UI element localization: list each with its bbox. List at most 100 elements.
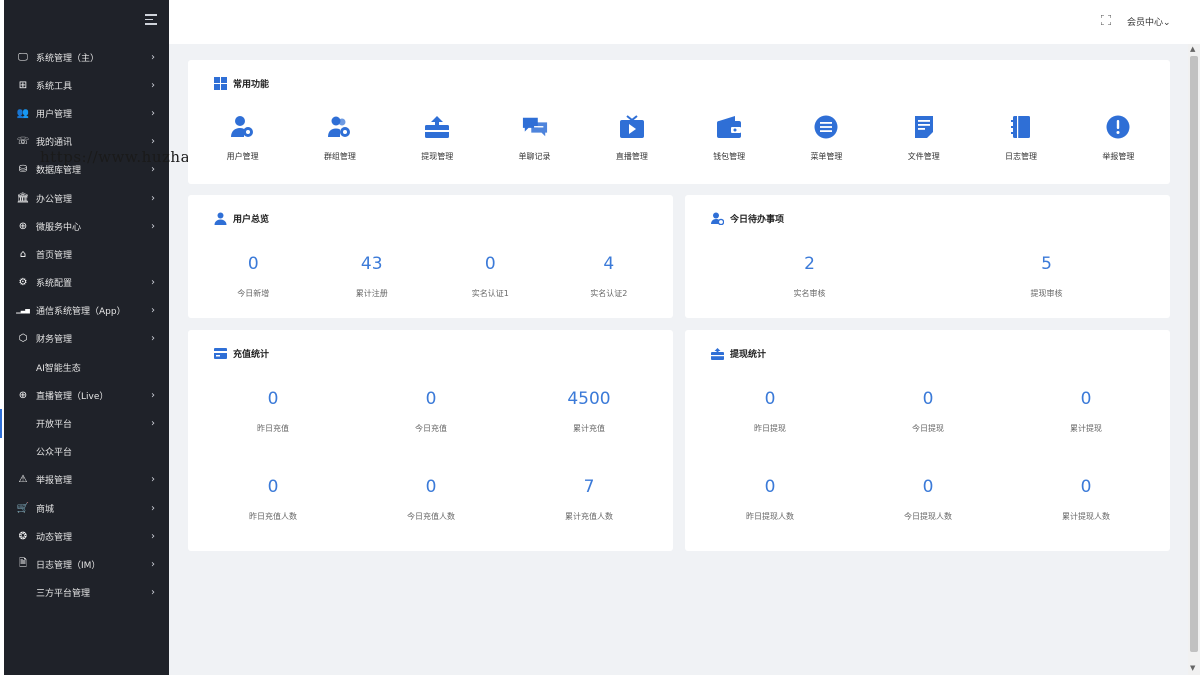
stat-label: 累计提现人数 (1062, 512, 1110, 521)
sidebar-item[interactable]: 🗎 日志管理（IM） › (4, 550, 169, 578)
quick-function-item[interactable]: 菜单管理 (778, 114, 875, 162)
chevron-right-icon: › (151, 51, 155, 63)
stat-label: 昨日充值 (257, 424, 289, 433)
chevron-right-icon: › (151, 530, 155, 542)
sidebar-item[interactable]: 三方平台管理 › (4, 579, 169, 607)
stat-block: 0 昨日提现人数 (691, 477, 849, 522)
sidebar-item-label: 用户管理 (36, 109, 73, 120)
aperture-icon: ❂ (18, 530, 28, 542)
signal-icon: ▁▃▅ (16, 307, 30, 315)
stat-label: 累计充值人数 (565, 512, 613, 521)
stat-label: 提现审核 (1030, 289, 1063, 298)
sidebar-item-label: 开放平台 (36, 420, 73, 431)
stat-value: 2 (804, 254, 815, 274)
stat-label: 今日提现人数 (904, 512, 952, 521)
user-icon (214, 212, 227, 225)
sidebar-item[interactable]: 👥 用户管理 › (4, 99, 169, 127)
quick-function-item[interactable]: 直播管理 (583, 114, 680, 162)
recharge-title: 充值统计 (214, 347, 269, 360)
chevron-right-icon: › (151, 136, 155, 148)
sidebar-item[interactable]: 公众平台 (4, 438, 169, 466)
sidebar-item-label: 通信系统管理（App） (36, 307, 126, 318)
user-overview-card: 用户总览 0 今日新增 43 累计注册 0 实名认证1 4 实名认证2 (188, 195, 673, 318)
sidebar-item[interactable]: 开放平台 › (0, 409, 169, 438)
menu-icon (813, 114, 839, 140)
sidebar-item[interactable]: ⌂ 首页管理 (4, 240, 169, 268)
sidebar-item[interactable]: ▁▃▅ 通信系统管理（App） › (4, 297, 169, 325)
chevron-right-icon: › (151, 220, 155, 232)
monitor-icon: 🖵 (18, 51, 28, 63)
stat-value: 0 (922, 389, 934, 409)
quick-function-item[interactable]: 单聊记录 (486, 114, 583, 162)
stat-label: 今日充值 (415, 424, 447, 433)
quick-function-item[interactable]: 举报管理 (1070, 114, 1167, 162)
file-icon: 🗎 (18, 557, 28, 569)
sidebar-item[interactable]: ☏ 我的通讯 › (4, 128, 169, 156)
sidebar-menu: 🖵 系统管理（主） › ⊞ 系统工具 › 👥 用户管理 › ☏ 我的通讯 › ⛁ 数据库管理 › 🏛 办公管理 ›… (0, 43, 169, 607)
quick-function-item[interactable]: 文件管理 (875, 114, 972, 162)
stat-label: 累计提现 (1070, 424, 1102, 433)
chevron-right-icon: › (151, 79, 155, 91)
chevron-right-icon: › (151, 277, 155, 289)
quick-function-item[interactable]: 钱包管理 (681, 114, 778, 162)
member-center-dropdown[interactable]: 会员中心⌄ (1127, 15, 1171, 28)
common-functions-title: 常用功能 (214, 77, 269, 90)
sidebar-item-label: 办公管理 (36, 194, 73, 205)
stat-label: 今日提现 (912, 424, 944, 433)
fullscreen-icon[interactable] (1100, 14, 1113, 27)
tv-icon (619, 114, 645, 140)
sidebar-item[interactable]: ⬡ 财务管理 › (4, 325, 169, 353)
user-overview-heading: 用户总览 (233, 215, 270, 225)
scroll-up-icon[interactable]: ▲ (1190, 45, 1195, 53)
sidebar-item[interactable]: ⛁ 数据库管理 › (4, 156, 169, 184)
stat-value: 0 (267, 477, 279, 497)
collapse-menu-icon[interactable] (145, 14, 157, 26)
warning-icon: ⚠ (18, 474, 28, 486)
page-scrollbar[interactable]: ▲ ▼ (1188, 44, 1200, 675)
sidebar-item[interactable]: ⊞ 系统工具 › (4, 71, 169, 99)
notebook-icon (1008, 114, 1034, 140)
quick-function-item[interactable]: 用户管理 (194, 114, 291, 162)
stat-block: 0 今日提现人数 (849, 477, 1007, 522)
scrollbar-thumb[interactable] (1190, 56, 1198, 652)
common-functions-card: 常用功能 用户管理 群组管理 提现管理 单聊记录 直播管理 钱包管理 菜单管理 文件管理 日志管… (188, 60, 1170, 184)
globe-icon: ⊕ (18, 220, 28, 232)
todo-card: 今日待办事项 2 实名审核 5 提现审核 (685, 195, 1170, 318)
sidebar: 🖵 系统管理（主） › ⊞ 系统工具 › 👥 用户管理 › ☏ 我的通讯 › ⛁ 数据库管理 › 🏛 办公管理 ›… (0, 0, 169, 675)
sidebar-item[interactable]: 🏛 办公管理 › (4, 184, 169, 212)
sidebar-item[interactable]: ⊕ 直播管理（Live） › (4, 381, 169, 409)
stat-label: 昨日充值人数 (249, 512, 297, 521)
common-functions-grid: 用户管理 群组管理 提现管理 单聊记录 直播管理 钱包管理 菜单管理 文件管理 日志管理 举报管理 (188, 114, 1188, 174)
wallet-icon (716, 114, 742, 140)
sidebar-item[interactable]: ⚙ 系统配置 › (4, 269, 169, 297)
quick-function-item[interactable]: 提现管理 (389, 114, 486, 162)
sidebar-item[interactable]: ❂ 动态管理 › (4, 522, 169, 550)
stat-block: 0 今日充值 (352, 389, 510, 434)
sidebar-item-label: 财务管理 (36, 335, 73, 346)
stat-label: 实名认证1 (471, 289, 509, 298)
sidebar-item[interactable]: ⚠ 举报管理 › (4, 466, 169, 494)
quick-function-item[interactable]: 群组管理 (291, 114, 388, 162)
stat-value: 0 (922, 477, 934, 497)
sidebar-item-label: 我的通讯 (36, 138, 73, 149)
sidebar-item-label: 日志管理（IM） (36, 560, 101, 571)
chevron-right-icon: › (151, 418, 155, 430)
quick-function-item[interactable]: 日志管理 (972, 114, 1069, 162)
stat-block: 4 实名认证2 (550, 254, 669, 299)
chevron-right-icon: › (151, 558, 155, 570)
stat-label: 昨日提现 (754, 424, 786, 433)
scroll-down-icon[interactable]: ▼ (1190, 664, 1195, 672)
user-gear-icon (230, 114, 256, 140)
quick-function-label: 直播管理 (615, 152, 648, 161)
sidebar-item[interactable]: 🛒 商城 › (4, 494, 169, 522)
group-gear-icon (327, 114, 353, 140)
chevron-down-icon: ⌄ (1163, 18, 1171, 28)
sidebar-item[interactable]: 🖵 系统管理（主） › (4, 43, 169, 71)
sidebar-item[interactable]: ⊕ 微服务中心 › (4, 212, 169, 240)
sidebar-item[interactable]: AI智能生态 (4, 353, 169, 381)
stat-value: 0 (247, 254, 259, 274)
sidebar-item-label: 商城 (36, 504, 55, 515)
chevron-right-icon: › (151, 502, 155, 514)
quick-function-label: 单聊记录 (518, 152, 551, 161)
stat-value: 43 (360, 254, 383, 274)
